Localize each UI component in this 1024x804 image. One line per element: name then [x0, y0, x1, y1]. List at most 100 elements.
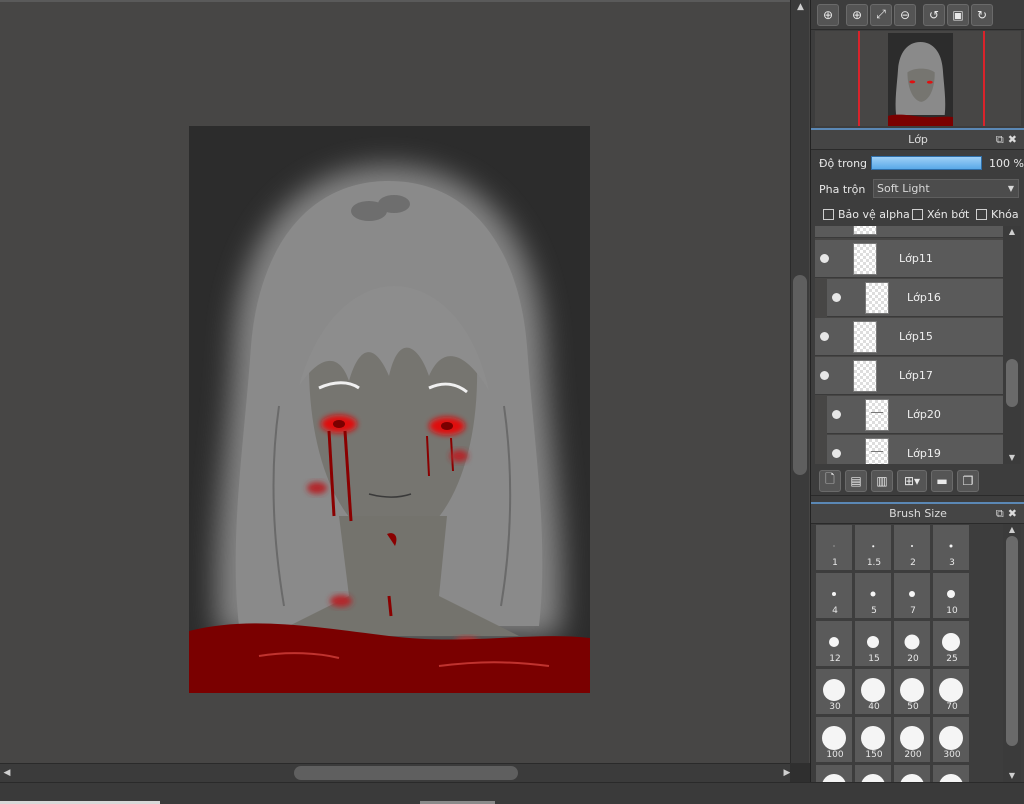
brush-size-cell[interactable] [854, 764, 892, 782]
checkbox-box[interactable] [912, 209, 923, 220]
brush-size-cell[interactable] [932, 764, 970, 782]
navigator-frame-left [858, 31, 860, 126]
brush-size-cell[interactable]: 15 [854, 620, 892, 667]
visibility-eye-icon[interactable] [832, 410, 841, 419]
brush-size-cell[interactable]: 20 [893, 620, 931, 667]
zoom-in-icon: ⊕ [851, 7, 863, 22]
layer-row[interactable]: Lớp20 [827, 396, 1003, 434]
scroll-left-arrow-icon[interactable]: ◀ [0, 764, 14, 783]
brush-size-cell[interactable]: 5 [854, 572, 892, 619]
layer-panel-title: Lớp [908, 133, 928, 146]
layer-row[interactable]: Lớp11 [815, 240, 1003, 278]
layer-row[interactable]: Lớp19 [827, 435, 1003, 464]
new-layer-button[interactable]: 🗋 [819, 469, 841, 492]
clipping-checkbox[interactable]: Xén bớt [912, 208, 969, 221]
brush-size-cell[interactable] [893, 764, 931, 782]
visibility-eye-icon[interactable] [820, 332, 829, 341]
canvas-vertical-scrollbar[interactable]: ▲ ▼ [790, 0, 809, 782]
brush-size-cell[interactable]: 30 [815, 668, 853, 715]
visibility-eye-icon[interactable] [832, 293, 841, 302]
brush-size-cell[interactable]: 150 [854, 716, 892, 763]
layer-name: Lớp16 [907, 291, 941, 304]
brush-size-cell[interactable]: 25 [932, 620, 970, 667]
layer-row[interactable]: Lớp15 [815, 318, 1003, 356]
brush-dot-icon [939, 678, 963, 702]
detach-panel-icon[interactable]: ⧉ [996, 133, 1008, 146]
clipping-label: Xén bớt [927, 208, 970, 221]
vertical-scroll-thumb[interactable] [793, 275, 807, 475]
brush-dot-icon [900, 678, 924, 702]
brush-size-cell[interactable]: 100 [815, 716, 853, 763]
zoom-in-button[interactable]: ⊕ [846, 3, 868, 26]
layer-scroll-thumb[interactable] [1006, 359, 1018, 407]
brush-size-cell[interactable]: 3 [932, 524, 970, 571]
brush-size-cell[interactable]: 7 [893, 572, 931, 619]
new-folder-button[interactable]: ▬ [931, 469, 953, 492]
checkbox-box[interactable] [823, 209, 834, 220]
layer-list-scrollbar[interactable]: ▲ ▼ [1003, 226, 1021, 464]
layer-8bit-icon: ▤ [850, 473, 862, 488]
visibility-eye-icon[interactable] [820, 371, 829, 380]
brush-scroll-thumb[interactable] [1006, 536, 1018, 746]
brush-size-cell[interactable]: 50 [893, 668, 931, 715]
brush-size-cell[interactable]: 300 [932, 716, 970, 763]
layer-row[interactable]: Lớp17 [815, 357, 1003, 395]
brush-size-cell[interactable]: 70 [932, 668, 970, 715]
zoom-out-button[interactable]: ⊖ [894, 3, 916, 26]
scroll-up-arrow-icon[interactable]: ▲ [1003, 524, 1021, 536]
scroll-down-arrow-icon[interactable]: ▼ [1003, 452, 1021, 464]
brush-dot-icon [949, 544, 953, 548]
scroll-up-arrow-icon[interactable]: ▲ [791, 0, 810, 14]
scroll-down-arrow-icon[interactable]: ▼ [1003, 770, 1021, 782]
protect-alpha-checkbox[interactable]: Bảo vệ alpha [823, 208, 910, 221]
brush-size-cell[interactable]: 1 [815, 524, 853, 571]
visibility-eye-icon[interactable] [820, 254, 829, 263]
canvas-area[interactable] [0, 0, 790, 764]
layer-thumbnail [853, 321, 877, 353]
layer-1bit-icon: ▥ [876, 473, 888, 488]
blend-mode-value: Soft Light [877, 182, 930, 195]
brush-size-cell[interactable]: 1.5 [854, 524, 892, 571]
brush-size-cell[interactable]: 200 [893, 716, 931, 763]
layer-row-partial[interactable] [815, 226, 1003, 238]
reset-view-button[interactable]: ▣ [947, 3, 969, 26]
opacity-slider[interactable] [871, 156, 982, 170]
add-layer-dropdown-button[interactable]: ⊞▾ [897, 469, 927, 492]
artwork-canvas[interactable] [189, 126, 590, 693]
brush-size-panel-title: Brush Size [889, 507, 947, 520]
brush-size-cell[interactable]: 40 [854, 668, 892, 715]
horizontal-scroll-thumb[interactable] [294, 766, 518, 780]
rotate-right-button[interactable]: ↻ [971, 3, 993, 26]
new-1bit-layer-button[interactable]: ▥ [871, 469, 893, 492]
navigator-panel[interactable] [815, 31, 1021, 126]
close-panel-icon[interactable]: ✖ [1008, 133, 1021, 146]
layer-list[interactable]: Lớp11 Lớp16 Lớp15 Lớp17 Lớp20 Lớp19 [815, 226, 1003, 464]
blend-mode-select[interactable]: Soft Light ▼ [873, 179, 1019, 198]
fit-window-button[interactable]: ⤢ [870, 3, 892, 26]
layer-name: Lớp20 [907, 408, 941, 421]
checkbox-box[interactable] [976, 209, 987, 220]
brush-size-cell[interactable]: 4 [815, 572, 853, 619]
zoom-fit-button[interactable]: ⊕ [817, 3, 839, 26]
visibility-eye-icon[interactable] [832, 449, 841, 458]
close-panel-icon[interactable]: ✖ [1008, 507, 1021, 520]
detach-panel-icon[interactable]: ⧉ [996, 507, 1008, 520]
layer-row[interactable]: Lớp16 [827, 279, 1003, 317]
right-panel: ⊕ ⊕ ⤢ ⊖ ↺ ▣ ↻ Lớp ⧉✖ Độ trong 100 % Pha … [810, 0, 1024, 782]
brush-dot-icon [829, 637, 839, 647]
rotate-left-button[interactable]: ↺ [923, 3, 945, 26]
canvas-horizontal-scrollbar[interactable]: ◀ ▶ [0, 763, 810, 782]
brush-size-cell[interactable] [815, 764, 853, 782]
brush-size-cell[interactable]: 10 [932, 572, 970, 619]
brush-size-cell[interactable]: 2 [893, 524, 931, 571]
fit-window-icon: ⤢ [876, 7, 886, 21]
scroll-up-arrow-icon[interactable]: ▲ [1003, 226, 1021, 238]
brush-size-scrollbar[interactable]: ▲ ▼ [1003, 524, 1021, 782]
layer-options-row: Bảo vệ alpha Xén bớt Khóa [811, 204, 1024, 226]
brush-dot-icon [909, 591, 915, 597]
duplicate-layer-button[interactable]: ❐ [957, 469, 979, 492]
new-raster-layer-button[interactable]: ▤ [845, 469, 867, 492]
navigator-thumbnail[interactable] [888, 33, 953, 126]
brush-size-cell[interactable]: 12 [815, 620, 853, 667]
lock-checkbox[interactable]: Khóa [976, 208, 1019, 221]
